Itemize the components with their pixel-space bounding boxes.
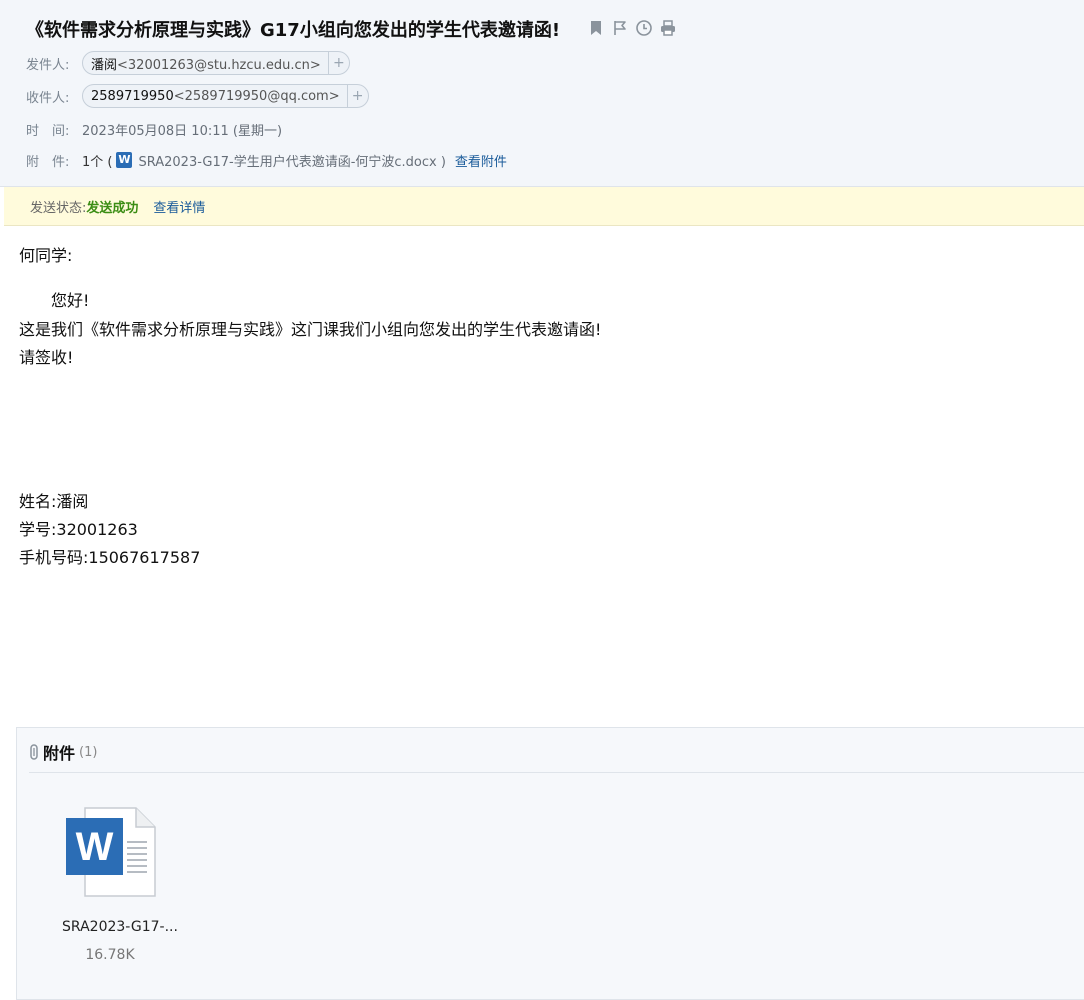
to-label: 收件人: — [26, 90, 70, 106]
signature-phone: 手机号码:15067617587 — [19, 548, 201, 567]
attachment-file-name[interactable]: SRA2023-G17-... — [35, 919, 205, 935]
recipient-name: 2589719950 — [91, 88, 174, 104]
signature-student-id: 学号:32001263 — [19, 520, 138, 539]
paperclip-icon — [30, 744, 38, 760]
word-letter: W — [76, 825, 114, 869]
view-attachment-link[interactable]: 查看附件 — [455, 151, 507, 170]
word-document-icon[interactable]: W — [65, 806, 157, 898]
sender-chip[interactable]: 潘阅<32001263@stu.hzcu.edu.cn> + — [82, 51, 350, 75]
recipient-address: <2589719950@qq.com> — [173, 88, 340, 104]
print-icon[interactable] — [659, 19, 677, 37]
attachment-label: 附 件: — [26, 154, 70, 170]
attachments-header: 附件 (1) — [29, 740, 97, 764]
mail-header: 《软件需求分析原理与实践》G17小组向您发出的学生代表邀请函! 发件人: 潘阅<… — [0, 0, 1084, 187]
to-row: 收件人: 2589719950<2589719950@qq.com> + — [26, 84, 369, 108]
sender-address: <32001263@stu.hzcu.edu.cn> — [117, 57, 321, 73]
body-hello: 您好! — [51, 291, 90, 310]
attachments-divider — [29, 772, 1084, 773]
body-line-1: 这是我们《软件需求分析原理与实践》这门课我们小组向您发出的学生代表邀请函! — [19, 320, 602, 339]
add-sender-contact-button[interactable]: + — [327, 52, 349, 74]
attachments-count: (1) — [79, 744, 98, 760]
send-status-value: 发送成功 — [86, 200, 139, 216]
word-doc-icon: W — [116, 152, 133, 168]
from-row: 发件人: 潘阅<32001263@stu.hzcu.edu.cn> + — [26, 51, 350, 75]
body-line-2: 请签收! — [19, 348, 74, 367]
send-status-bar: 发送状态: 发送成功 查看详情 — [4, 187, 1084, 226]
attachment-row: 附 件: 1个 ( W SRA2023-G17-学生用户代表邀请函-何宁波c.d… — [26, 148, 507, 172]
attachment-summary: 1个 ( W SRA2023-G17-学生用户代表邀请函-何宁波c.docx )… — [82, 151, 507, 170]
mail-subject: 《软件需求分析原理与实践》G17小组向您发出的学生代表邀请函! — [26, 20, 561, 41]
sender-name: 潘阅 — [91, 57, 118, 73]
time-value: 2023年05月08日 10:11 (星期一) — [82, 123, 283, 139]
subject-toolbar — [587, 19, 677, 37]
add-recipient-contact-button[interactable]: + — [346, 85, 368, 107]
bookmark-icon[interactable] — [587, 19, 605, 37]
time-row: 时 间: 2023年05月08日 10:11 (星期一) — [26, 117, 282, 141]
attachment-file-size: 16.78K — [85, 947, 135, 963]
body-greeting: 何同学: — [19, 246, 73, 265]
clock-icon[interactable] — [635, 19, 653, 37]
send-status-label: 发送状态: — [30, 200, 87, 216]
attachment-filename[interactable]: SRA2023-G17-学生用户代表邀请函-何宁波c.docx ) — [138, 151, 445, 170]
attachments-panel: 附件 (1) W SRA2023-G17-... 16.78K — [16, 727, 1084, 1000]
attachments-title: 附件 — [43, 744, 76, 763]
view-details-link[interactable]: 查看详情 — [153, 197, 205, 216]
time-label: 时 间: — [26, 123, 70, 139]
signature-name: 姓名:潘阅 — [19, 492, 89, 511]
from-label: 发件人: — [26, 57, 70, 73]
flag-icon[interactable] — [611, 19, 629, 37]
attachment-count: 1个 ( — [82, 154, 113, 170]
recipient-chip[interactable]: 2589719950<2589719950@qq.com> + — [82, 84, 369, 108]
